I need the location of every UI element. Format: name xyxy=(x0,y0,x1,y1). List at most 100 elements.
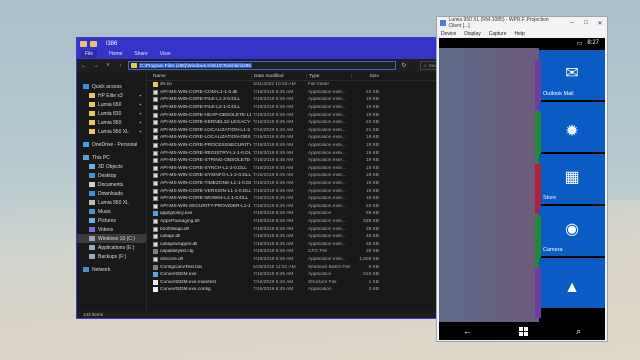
phone-time: 8:27 xyxy=(587,40,599,46)
drive-icon xyxy=(89,236,95,241)
file-date: 7/16/2019 6:45 AM xyxy=(253,112,294,118)
refresh-icon[interactable]: ↻ xyxy=(400,62,408,69)
tab-share[interactable]: Share xyxy=(134,51,147,57)
nav-item[interactable]: This PC xyxy=(77,153,146,162)
column-size[interactable]: Size xyxy=(351,73,379,79)
nav-item-label: Network xyxy=(92,266,111,273)
pin-icon[interactable]: ✦ xyxy=(139,120,142,125)
file-size: 22 KB xyxy=(365,89,379,95)
file-name: API-MS-WIN-CORE-SYNCH-L1-2-0.DLL xyxy=(160,165,247,171)
live-tile[interactable]: ▲ xyxy=(539,258,605,308)
column-date[interactable]: Date modified xyxy=(251,73,306,79)
mail-icon: ✉ xyxy=(565,65,579,82)
live-tile[interactable]: ✉ Outlook Mail xyxy=(539,50,605,100)
file-name: ConvertSDM.exe.manifest xyxy=(160,279,216,285)
tab-file[interactable]: File xyxy=(81,50,98,58)
phone-screen[interactable]: ▭ 8:27 ✉ Outlook Mail ✹ ▦ Store ◉ Camera ▲ ← ⌕ xyxy=(439,38,605,340)
nav-item[interactable]: Documents xyxy=(77,180,146,189)
windows-start-icon[interactable] xyxy=(519,326,529,336)
nav-item[interactable]: Videos xyxy=(77,225,146,234)
file-date: 7/16/2019 6:45 AM xyxy=(253,181,294,187)
nav-item[interactable]: Applications (E:) xyxy=(77,243,146,252)
address-text[interactable]: C:\Program Files (x86)\Windows Kits\10\T… xyxy=(139,63,252,68)
nav-item[interactable]: Downloads xyxy=(77,189,146,198)
nav-item[interactable]: OneDrive - Personal xyxy=(77,140,146,149)
file-size: 19 KB xyxy=(365,150,379,156)
xml-file-icon xyxy=(153,279,158,285)
file-type: Application exte... xyxy=(308,173,346,179)
nav-item[interactable]: Quick access xyxy=(77,82,146,91)
nav-item[interactable]: Lumia 830 ✦ xyxy=(77,109,146,118)
chevron-down-icon[interactable]: ˅ xyxy=(104,63,112,69)
nav-item[interactable]: Backups (F:) xyxy=(77,252,146,261)
column-type[interactable]: Type xyxy=(306,73,351,79)
file-size: 19 KB xyxy=(365,158,379,164)
folder-file-icon xyxy=(153,82,158,88)
dll-file-icon xyxy=(153,89,158,95)
folder-icon xyxy=(90,40,97,47)
up-arrow-icon[interactable]: ↑ xyxy=(116,63,124,69)
column-name[interactable]: Name xyxy=(151,74,251,79)
document-icon xyxy=(89,182,95,187)
nav-item[interactable]: Desktop xyxy=(77,171,146,180)
dll-file-icon xyxy=(153,188,158,194)
address-bar[interactable]: C:\Program Files (x86)\Windows Kits\10\T… xyxy=(128,61,396,70)
file-size: 18 KB xyxy=(365,181,379,187)
tab-home[interactable]: Home xyxy=(109,51,122,57)
tile-label: Camera xyxy=(543,247,563,253)
menu-help[interactable]: Help xyxy=(515,31,525,37)
menu-display[interactable]: Display xyxy=(464,31,480,37)
file-name: API-MS-WIN-CORE-SYSINFO-L1-2-0.DLL xyxy=(160,173,251,179)
pin-icon[interactable]: ✦ xyxy=(139,129,142,134)
menu-device[interactable]: Device xyxy=(441,31,456,37)
file-size: 56 KB xyxy=(365,211,379,217)
pin-icon[interactable]: ✦ xyxy=(139,102,142,107)
folder-icon xyxy=(131,63,137,68)
nav-item[interactable]: 3D Objects xyxy=(77,162,146,171)
file-type: Application exte... xyxy=(308,196,346,202)
back-arrow-icon[interactable]: ← xyxy=(80,63,88,69)
live-tile[interactable]: ▦ Store xyxy=(539,154,605,204)
tab-view[interactable]: View xyxy=(160,51,171,57)
search-icon[interactable]: ⌕ xyxy=(576,326,581,337)
maximize-button[interactable]: □ xyxy=(579,20,593,27)
menu-capture[interactable]: Capture xyxy=(489,31,507,37)
dll-file-icon xyxy=(153,181,158,187)
nav-item[interactable]: Lumia 950 XL ✦ xyxy=(77,127,146,136)
nav-item[interactable]: Lumia 650 ✦ xyxy=(77,100,146,109)
nav-item[interactable]: Windows 10 (C:) xyxy=(77,234,146,243)
pin-icon[interactable]: ✦ xyxy=(139,93,142,98)
nav-item[interactable]: HP Elite x3 ✦ xyxy=(77,91,146,100)
pin-icon[interactable]: ✦ xyxy=(139,111,142,116)
nav-item[interactable]: Pictures xyxy=(77,216,146,225)
tile-edge xyxy=(535,268,541,318)
close-button[interactable]: ✕ xyxy=(593,20,607,27)
back-icon[interactable]: ← xyxy=(463,326,472,336)
forward-arrow-icon[interactable]: → xyxy=(92,63,100,69)
projector-title-bar[interactable]: Lumia 950 XL (RM-1085) - WPR.F Projectio… xyxy=(437,17,607,29)
nav-item[interactable]: Music xyxy=(77,207,146,216)
dll-file-icon xyxy=(153,241,158,247)
file-name: API-MS-WIN-CORE-FILE-L2-1-0.DLL xyxy=(160,105,241,111)
file-size: 36 KB xyxy=(365,249,379,255)
minimize-button[interactable]: – xyxy=(565,20,579,27)
folder-icon xyxy=(89,111,95,116)
nav-item[interactable]: Lumia 950 ✦ xyxy=(77,118,146,127)
live-tile[interactable]: ◉ Camera xyxy=(539,206,605,256)
nav-item-label: Lumia 950 xyxy=(98,119,122,126)
file-type: Application exte... xyxy=(308,89,346,95)
network-icon xyxy=(83,267,89,272)
video-icon xyxy=(89,227,95,232)
file-date: 7/16/2019 6:45 AM xyxy=(253,196,294,202)
nav-item-label: 3D Objects xyxy=(98,163,123,170)
window-title: i386 xyxy=(106,40,118,47)
projection-client-window: Lumia 950 XL (RM-1085) - WPR.F Projectio… xyxy=(436,16,608,342)
phone-icon xyxy=(89,200,95,205)
nav-item[interactable]: Lumia 950 XL xyxy=(77,198,146,207)
tile-label: Outlook Mail xyxy=(543,91,574,97)
live-tile[interactable]: ✹ xyxy=(539,102,605,152)
file-name: ConvertSDM.exe xyxy=(160,272,197,278)
nav-item[interactable]: Network xyxy=(77,265,146,274)
dll-file-icon xyxy=(153,135,158,141)
dll-file-icon xyxy=(153,256,158,262)
